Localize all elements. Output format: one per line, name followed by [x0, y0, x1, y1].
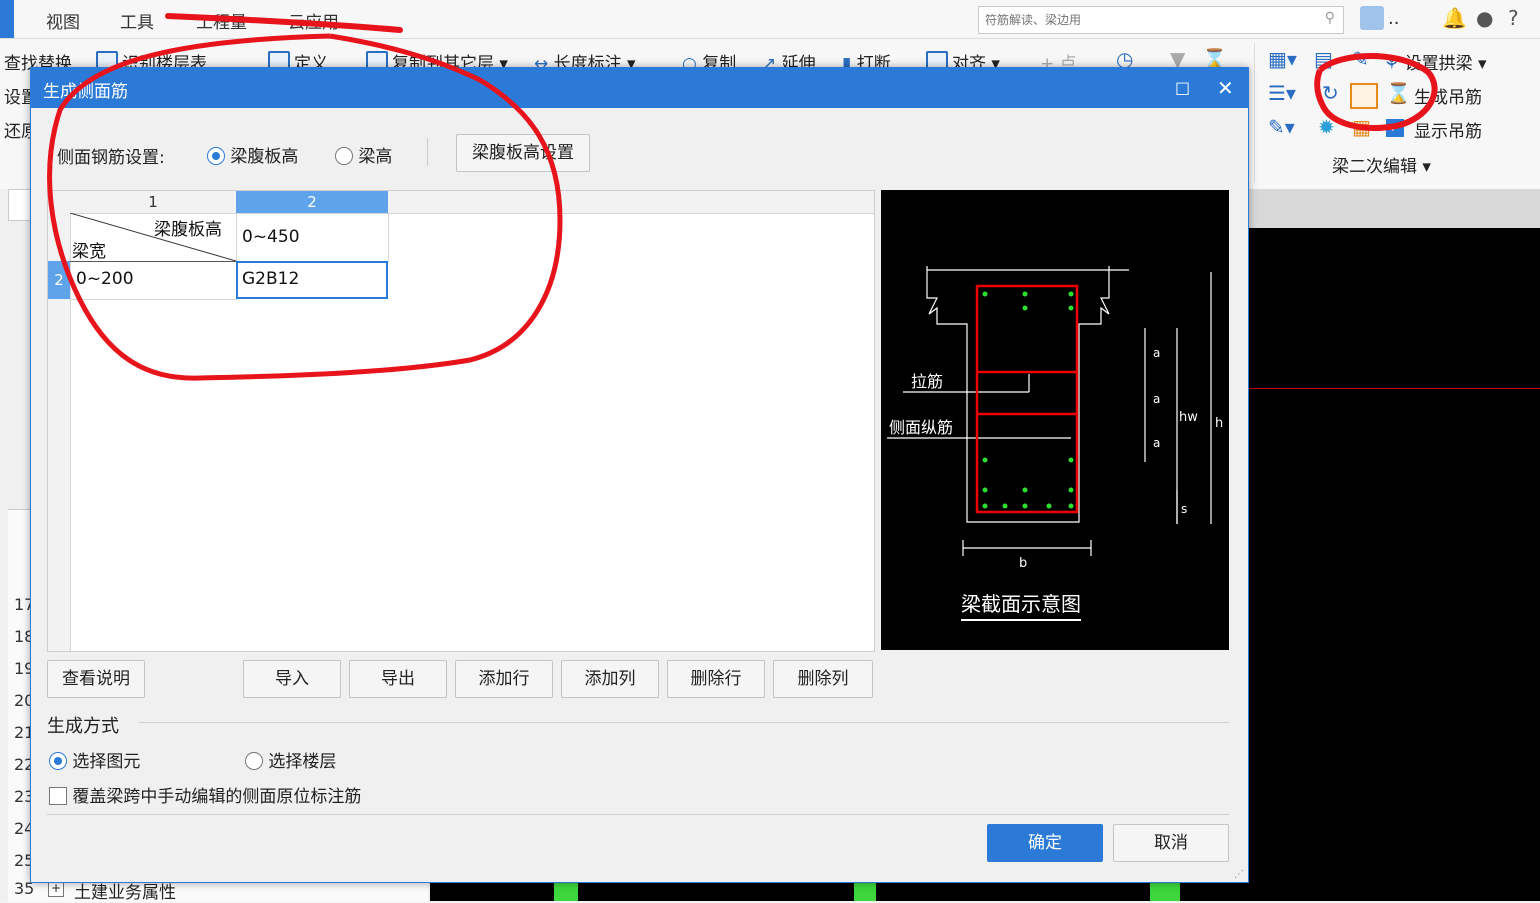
radio-beam-height-dot[interactable]: [335, 147, 353, 165]
arch-icon: ⚘: [1384, 54, 1400, 74]
height-range-value: 0~450: [242, 227, 300, 247]
generate-side-rebar-dialog: 生成侧面筋 □ ✕ 侧面钢筋设置: 梁腹板高 梁高 梁腹板高设置 1 2 2 梁…: [30, 67, 1249, 883]
layer-tool-icon[interactable]: ☰▾: [1268, 81, 1296, 105]
corner-web-height-label: 梁腹板高: [154, 220, 222, 240]
show-hanger-label: 显示吊筋: [1414, 122, 1482, 142]
set-arch-beam-button[interactable]: ⚘ 设置拱梁 ▾: [1384, 49, 1487, 74]
close-icon[interactable]: ✕: [1217, 76, 1234, 100]
rebar-table: 1 2 2 梁腹板高 梁宽 0~450 0~200 G2B12: [47, 190, 875, 652]
column-header-1[interactable]: 1: [70, 191, 237, 213]
confirm-button[interactable]: 确定: [987, 824, 1103, 862]
beam-secondary-edit-group[interactable]: 梁二次编辑 ▾: [1332, 152, 1431, 177]
chat-icon[interactable]: ●: [1476, 6, 1493, 30]
more-dots-icon[interactable]: ..: [1388, 8, 1399, 29]
radio-select-element[interactable]: 选择图元: [49, 747, 140, 772]
dim-hw: hw: [1179, 410, 1198, 425]
axis-line: [1248, 388, 1540, 389]
search-input[interactable]: [979, 7, 1307, 33]
rebar-cell[interactable]: G2B12: [236, 261, 388, 299]
dialog-title-bar[interactable]: 生成侧面筋 □ ✕: [31, 68, 1248, 108]
dim-h: h: [1215, 416, 1224, 431]
corner-cell: 梁腹板高 梁宽: [70, 213, 237, 262]
drawing-canvas-bottom[interactable]: [430, 880, 1540, 901]
beam-section-preview: 拉筋 侧面纵筋 a a a hw h s b 梁截面示意图: [881, 190, 1229, 650]
hanger-icon[interactable]: ⌛: [1386, 81, 1411, 105]
beam-tool-icon[interactable]: ▤: [1314, 47, 1333, 71]
generate-hanger-button[interactable]: 生成吊筋: [1414, 83, 1482, 108]
column-header-2[interactable]: 2: [236, 191, 388, 213]
dim-a-1: a: [1153, 346, 1161, 360]
add-row-button[interactable]: 添加行: [455, 660, 553, 698]
menu-view[interactable]: 视图: [46, 8, 80, 33]
radio-select-element-dot[interactable]: [49, 752, 67, 770]
generation-method-label: 生成方式: [47, 716, 119, 737]
side-rebar-setting-label: 侧面钢筋设置:: [57, 148, 165, 168]
menu-tools[interactable]: 工具: [120, 8, 154, 33]
dim-a-3: a: [1153, 436, 1161, 450]
search-box[interactable]: ⚲: [978, 6, 1344, 34]
grid-orange-icon[interactable]: ▦: [1352, 115, 1371, 139]
radio-beam-height[interactable]: 梁高: [335, 142, 392, 167]
side-longitudinal-label: 侧面纵筋: [889, 418, 954, 437]
dim-s: s: [1181, 502, 1188, 516]
add-column-button[interactable]: 添加列: [561, 660, 659, 698]
network-icon[interactable]: ✹: [1318, 115, 1335, 139]
search-icon[interactable]: ⚲: [1325, 10, 1335, 26]
grid-tool-icon[interactable]: ▦▾: [1268, 47, 1297, 71]
resize-grip-icon[interactable]: ⋰: [1234, 869, 1244, 880]
height-range-cell[interactable]: 0~450: [236, 213, 389, 262]
canvas-tab-strip: [1248, 189, 1540, 228]
width-range-value: 0~200: [76, 269, 134, 289]
show-hanger-checkbox[interactable]: ✓: [1386, 119, 1404, 137]
dialog-title: 生成侧面筋: [43, 82, 128, 102]
radio-web-height-dot[interactable]: [207, 147, 225, 165]
radio-select-floor-dot[interactable]: [245, 752, 263, 770]
row-header-2[interactable]: 2: [48, 261, 70, 299]
dim-b: b: [1019, 556, 1028, 571]
tie-label: 拉筋: [911, 372, 944, 391]
drawing-canvas[interactable]: [1248, 228, 1540, 901]
help-icon[interactable]: ?: [1508, 6, 1519, 30]
menu-cloud[interactable]: 云应用: [288, 8, 339, 33]
pen-icon[interactable]: ✎: [1352, 47, 1369, 71]
override-checkbox[interactable]: 覆盖梁跨中手动编辑的侧面原位标注筋: [49, 782, 361, 807]
delete-row-button[interactable]: 删除行: [667, 660, 765, 698]
cancel-button[interactable]: 取消: [1113, 824, 1229, 862]
generate-side-rebar-icon[interactable]: [1350, 83, 1378, 109]
web-height-settings-button[interactable]: 梁腹板高设置: [456, 134, 590, 172]
brush-tool-icon[interactable]: ✎▾: [1268, 115, 1295, 139]
divider: [427, 138, 428, 166]
import-button[interactable]: 导入: [243, 660, 341, 698]
beam-element: [554, 880, 578, 901]
menu-quantity[interactable]: 工程量: [196, 8, 247, 33]
beam-element: [854, 880, 876, 901]
width-range-cell[interactable]: 0~200: [70, 261, 237, 300]
delete-column-button[interactable]: 删除列: [773, 660, 873, 698]
side-rebar-tool-icon[interactable]: ↻: [1322, 81, 1339, 105]
override-checkbox-box[interactable]: [49, 787, 67, 805]
radio-web-height[interactable]: 梁腹板高: [207, 142, 298, 167]
radio-select-floor[interactable]: 选择楼层: [245, 747, 336, 772]
rebar-value: G2B12: [242, 269, 300, 289]
expand-icon[interactable]: +: [48, 881, 64, 897]
dim-a-2: a: [1153, 392, 1161, 406]
export-button[interactable]: 导出: [349, 660, 447, 698]
footer-line: [47, 814, 1229, 815]
bell-icon[interactable]: 🔔: [1442, 6, 1467, 30]
menu-bar: 视图 工具 工程量 云应用 ⚲ .. 🔔 ● ?: [0, 0, 1540, 39]
group-line: [139, 722, 1229, 723]
section-caption: 梁截面示意图: [961, 588, 1081, 621]
view-help-button[interactable]: 查看说明: [47, 660, 145, 698]
active-menu-indicator[interactable]: [0, 0, 14, 38]
beam-element: [1150, 880, 1180, 901]
avatar[interactable]: [1360, 6, 1384, 30]
maximize-icon[interactable]: □: [1175, 78, 1190, 97]
corner-beam-width-label: 梁宽: [72, 242, 106, 262]
ribbon-divider: [1254, 43, 1255, 183]
